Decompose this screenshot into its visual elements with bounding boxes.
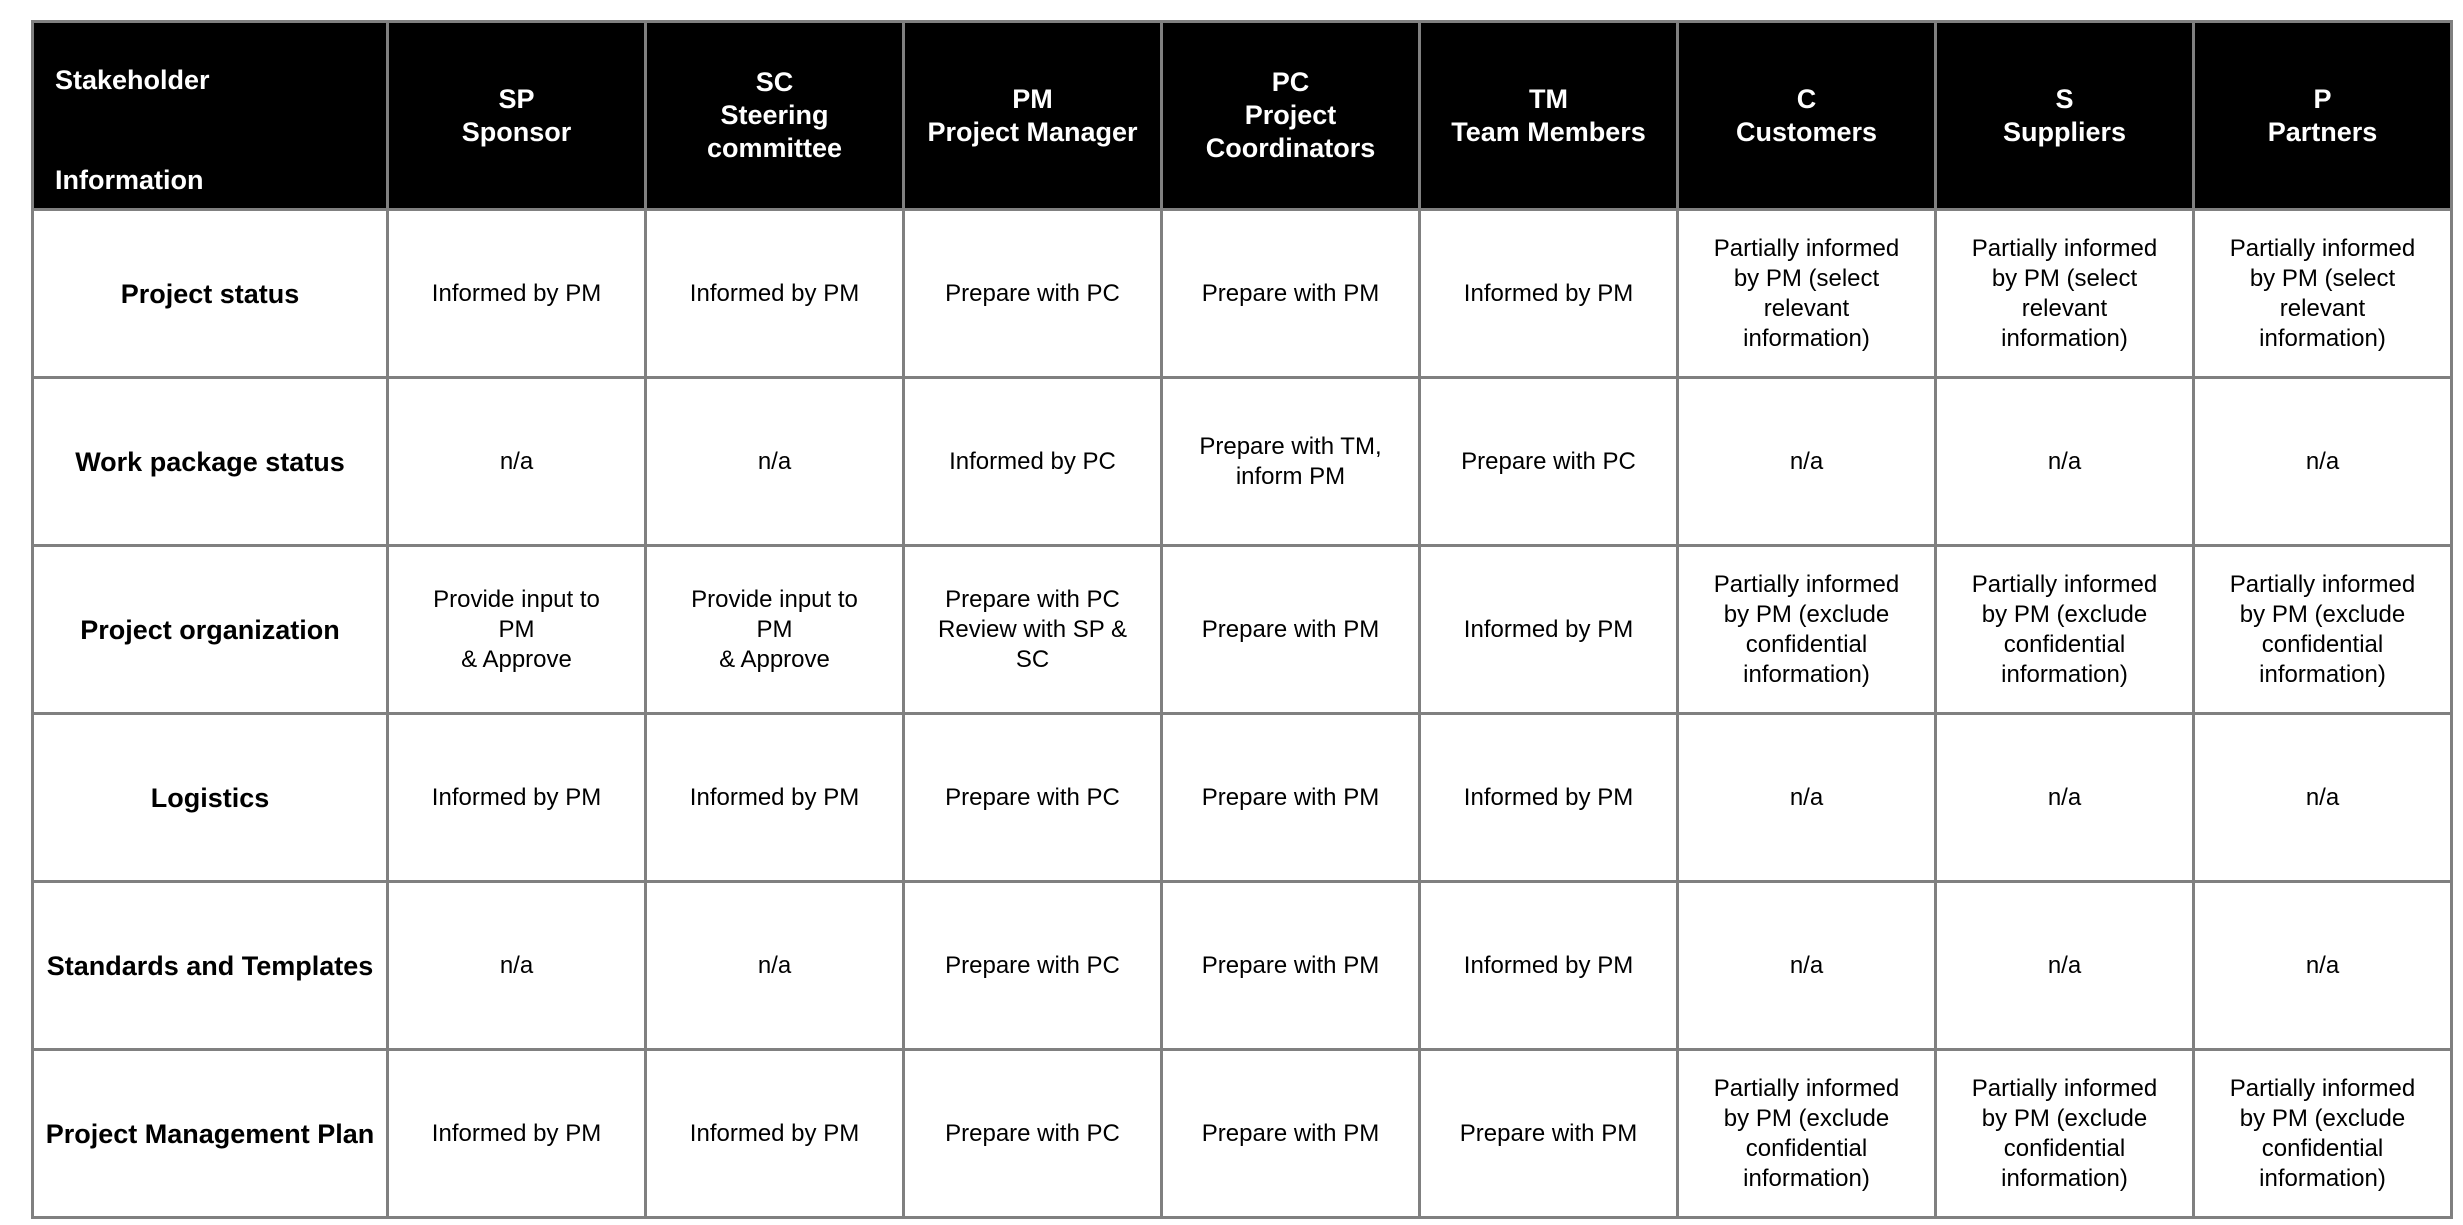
table-cell: Provide input to PM & Approve xyxy=(644,544,905,715)
table-cell: Informed by PM xyxy=(644,712,905,883)
table-cell: Partially informed by PM (select relevan… xyxy=(2192,208,2453,379)
table-cell: Informed by PM xyxy=(386,1048,647,1219)
table-cell: Partially informed by PM (exclude confid… xyxy=(2192,544,2453,715)
column-header-sc: SC Steering committee xyxy=(644,20,905,211)
column-header-pm: PM Project Manager xyxy=(902,20,1163,211)
table-cell: n/a xyxy=(1676,880,1937,1051)
table-cell: n/a xyxy=(1676,376,1937,547)
row-header: Project Management Plan xyxy=(31,1048,389,1219)
table-cell: Partially informed by PM (exclude confid… xyxy=(1934,1048,2195,1219)
table-cell: Prepare with PC xyxy=(902,712,1163,883)
table-row: Project organization Provide input to PM… xyxy=(31,544,2453,715)
table-cell: Informed by PM xyxy=(1418,712,1679,883)
table-cell: Prepare with PC xyxy=(902,208,1163,379)
table-cell: n/a xyxy=(644,880,905,1051)
table-cell: Partially informed by PM (select relevan… xyxy=(1676,208,1937,379)
table-cell: Informed by PM xyxy=(1418,880,1679,1051)
table-cell: Prepare with PM xyxy=(1160,1048,1421,1219)
table-cell: n/a xyxy=(1934,712,2195,883)
table-cell: Partially informed by PM (select relevan… xyxy=(1934,208,2195,379)
row-header: Project organization xyxy=(31,544,389,715)
column-header-p: P Partners xyxy=(2192,20,2453,211)
table-cell: n/a xyxy=(1676,712,1937,883)
corner-header-cell: Stakeholder Information xyxy=(31,20,389,211)
table-cell: n/a xyxy=(1934,376,2195,547)
column-header-s: S Suppliers xyxy=(1934,20,2195,211)
table-cell: Prepare with PC xyxy=(902,880,1163,1051)
table-cell: Prepare with PM xyxy=(1160,208,1421,379)
corner-information-label: Information xyxy=(55,165,204,195)
table-row: Project Management Plan Informed by PM I… xyxy=(31,1048,2453,1219)
table-row: Work package status n/a n/a Informed by … xyxy=(31,376,2453,547)
table-cell: n/a xyxy=(644,376,905,547)
table-cell: n/a xyxy=(1934,880,2195,1051)
table-row: Standards and Templates n/a n/a Prepare … xyxy=(31,880,2453,1051)
table-cell: n/a xyxy=(2192,376,2453,547)
table-cell: Informed by PM xyxy=(386,208,647,379)
table-cell: Prepare with PM xyxy=(1160,712,1421,883)
row-header: Standards and Templates xyxy=(31,880,389,1051)
table-cell: Prepare with PC xyxy=(902,1048,1163,1219)
table-cell: Provide input to PM & Approve xyxy=(386,544,647,715)
table-cell: Prepare with PC Review with SP & SC xyxy=(902,544,1163,715)
table-cell: Prepare with PM xyxy=(1160,880,1421,1051)
row-header: Project status xyxy=(31,208,389,379)
corner-stakeholder-label: Stakeholder xyxy=(55,65,210,95)
stakeholder-information-matrix: Stakeholder Information SP Sponsor SC St… xyxy=(31,20,2453,1219)
table-cell: n/a xyxy=(386,376,647,547)
table-cell: Prepare with PM xyxy=(1160,544,1421,715)
row-header: Work package status xyxy=(31,376,389,547)
table-cell: Partially informed by PM (exclude confid… xyxy=(2192,1048,2453,1219)
table-cell: Partially informed by PM (exclude confid… xyxy=(1676,544,1937,715)
table-cell: Informed by PM xyxy=(644,1048,905,1219)
table-cell: n/a xyxy=(386,880,647,1051)
table-cell: Informed by PM xyxy=(644,208,905,379)
table-cell: Prepare with PC xyxy=(1418,376,1679,547)
table-cell: Informed by PM xyxy=(1418,208,1679,379)
table-cell: n/a xyxy=(2192,712,2453,883)
table-cell: Partially informed by PM (exclude confid… xyxy=(1676,1048,1937,1219)
column-header-sp: SP Sponsor xyxy=(386,20,647,211)
table-cell: Informed by PC xyxy=(902,376,1163,547)
table-row: Logistics Informed by PM Informed by PM … xyxy=(31,712,2453,883)
table-cell: Partially informed by PM (exclude confid… xyxy=(1934,544,2195,715)
table-row: Project status Informed by PM Informed b… xyxy=(31,208,2453,379)
table-cell: Informed by PM xyxy=(1418,544,1679,715)
table-cell: Prepare with PM xyxy=(1418,1048,1679,1219)
table-cell: n/a xyxy=(2192,880,2453,1051)
row-header: Logistics xyxy=(31,712,389,883)
column-header-tm: TM Team Members xyxy=(1418,20,1679,211)
header-row: Stakeholder Information SP Sponsor SC St… xyxy=(31,20,2453,211)
table-cell: Informed by PM xyxy=(386,712,647,883)
column-header-pc: PC Project Coordinators xyxy=(1160,20,1421,211)
table-cell: Prepare with TM, inform PM xyxy=(1160,376,1421,547)
column-header-c: C Customers xyxy=(1676,20,1937,211)
